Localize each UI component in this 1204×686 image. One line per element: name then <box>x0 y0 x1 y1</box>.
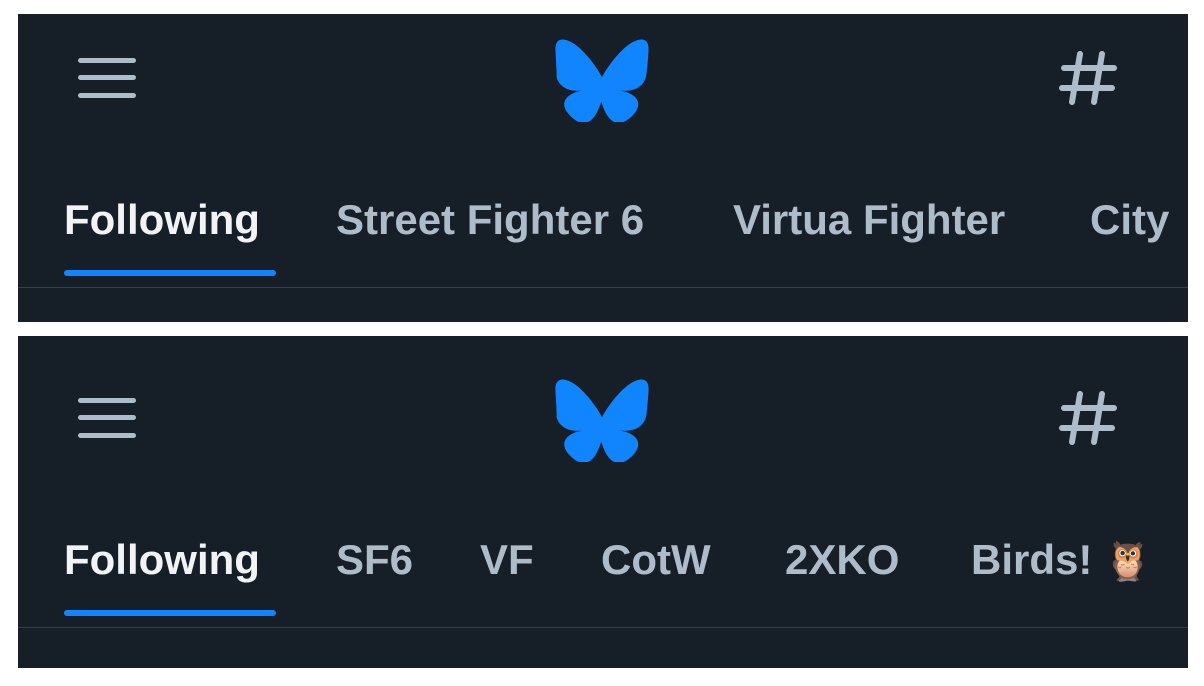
tab-label: 2XKO <box>785 536 900 583</box>
bluesky-butterfly-icon[interactable] <box>554 378 650 462</box>
tab-label: Street Fighter 6 <box>336 196 645 243</box>
tab-label-text: Birds! <box>971 536 1093 583</box>
tab-label: SF6 <box>336 536 414 583</box>
active-tab-indicator <box>64 610 276 616</box>
app-header-panel-short-names: Following SF6 VF CotW 2XKO Birds! 🦉 <box>18 336 1188 668</box>
tab-label: Following <box>64 536 260 583</box>
top-bar <box>18 336 1188 466</box>
app-header-panel-long-names: Following Street Fighter 6 Virtua Fighte… <box>18 14 1188 322</box>
tab-label: VF <box>480 536 534 583</box>
tab-label: CotW <box>601 536 711 583</box>
hamburger-menu-icon[interactable] <box>76 394 140 444</box>
tab-following[interactable]: Following <box>64 524 276 624</box>
tab-label: Following <box>64 196 260 243</box>
feed-tabs: Following Street Fighter 6 Virtua Fighte… <box>18 184 1188 284</box>
top-bar <box>18 14 1188 144</box>
tab-label: Birds! 🦉 <box>971 524 1151 598</box>
owl-emoji-icon: 🦉 <box>1104 541 1152 583</box>
tab-bar-divider <box>18 627 1188 628</box>
feed-tabs: Following SF6 VF CotW 2XKO Birds! 🦉 <box>18 524 1188 624</box>
hamburger-menu-icon[interactable] <box>76 54 140 104</box>
bluesky-butterfly-icon[interactable] <box>554 38 650 122</box>
tab-label: Virtua Fighter <box>733 196 1006 243</box>
tab-bar-divider <box>18 287 1188 288</box>
tab-label: City <box>1090 196 1170 243</box>
hashtag-icon[interactable] <box>1056 46 1120 110</box>
active-tab-indicator <box>64 270 276 276</box>
tab-following[interactable]: Following <box>64 184 276 284</box>
hashtag-icon[interactable] <box>1056 386 1120 450</box>
